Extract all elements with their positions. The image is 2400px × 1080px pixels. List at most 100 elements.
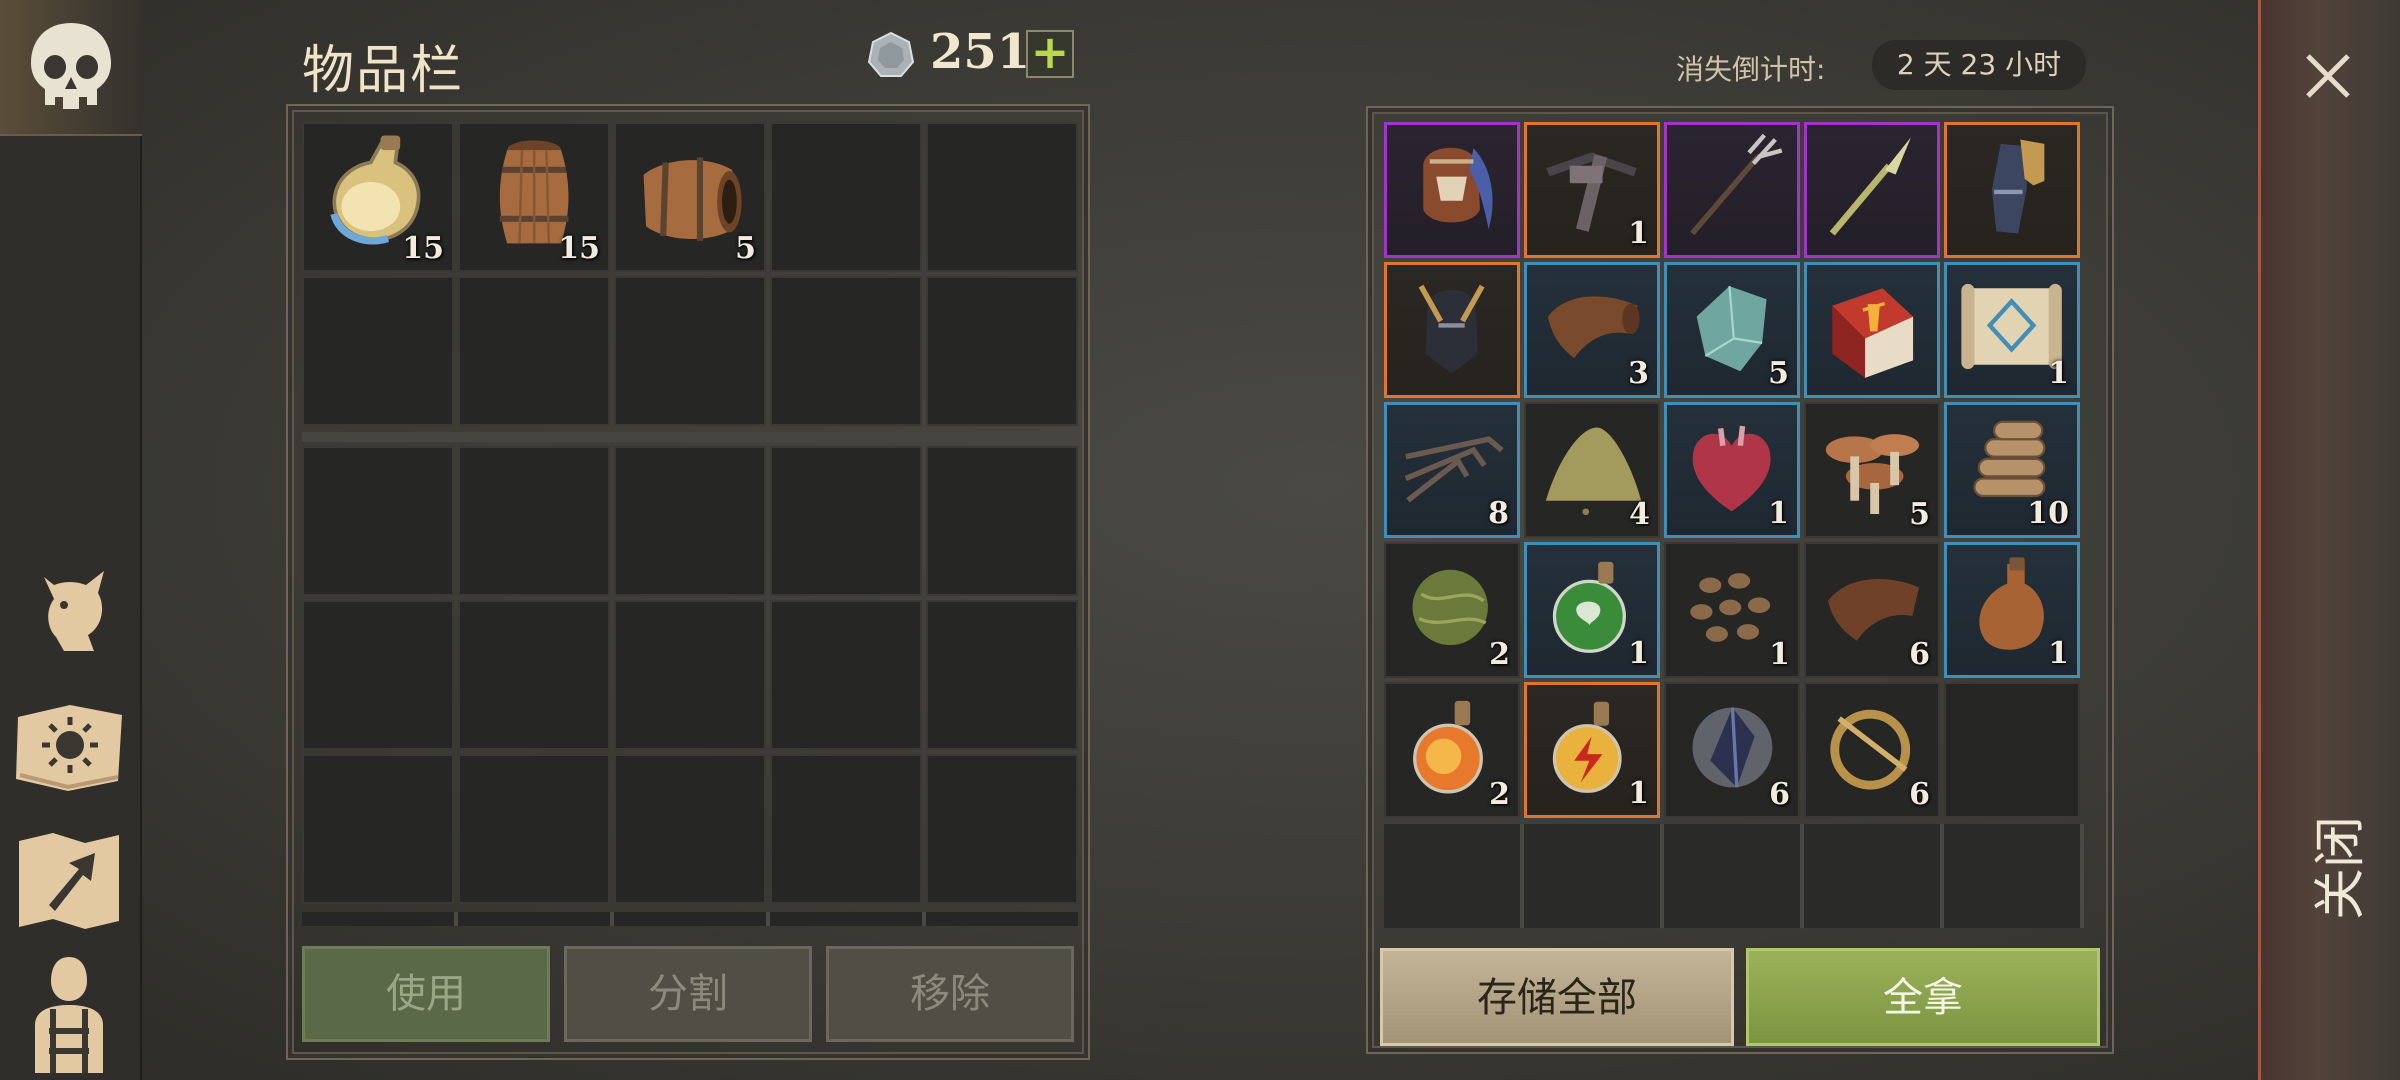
loot-slot[interactable]: 1 [1944,542,2080,678]
item-quantity: 3 [1628,356,1649,391]
split-button[interactable]: 分割 [564,946,812,1042]
spear-icon [1830,137,1912,236]
loot-slot[interactable] [1664,122,1800,258]
inventory-slot[interactable] [926,754,1078,904]
loot-slot[interactable]: 4 [1524,402,1660,538]
loot-slot[interactable]: 1 [1524,542,1660,678]
remove-button[interactable]: 移除 [826,946,1074,1042]
inventory-title: 物品栏 [302,41,465,101]
loot-grid: 1 3 5 1 8 4 1 5 10 2 1 1 6 1 2 1 6 6 [1384,122,2080,818]
loot-slot[interactable]: 6 [1664,682,1800,818]
loot-slot[interactable]: 1 [1524,682,1660,818]
trident-icon [1690,133,1783,236]
use-button[interactable]: 使用 [302,946,550,1042]
item-quantity: 1 [1628,636,1649,671]
countdown-timer: 2 天 23 小时 [1872,40,2086,90]
inventory-slot[interactable] [614,600,766,750]
inventory-scroll-strip[interactable] [302,912,1078,926]
inventory-slot[interactable] [302,276,454,426]
store-all-button[interactable]: 存储全部 [1380,948,1734,1046]
loot-slot[interactable]: 2 [1384,682,1520,818]
item-quantity: 4 [1629,497,1650,532]
item-quantity: 1 [1768,496,1789,531]
close-icon[interactable] [2300,48,2356,104]
loot-slot[interactable]: 1 [1524,122,1660,258]
inventory-slot[interactable]: 15 [302,122,454,272]
inventory-slot[interactable] [614,754,766,904]
skills-tab[interactable] [6,686,132,804]
gauntlets-icon [1992,139,2045,234]
inventory-slot[interactable]: 15 [458,122,610,272]
map-tab[interactable] [6,822,132,940]
item-quantity: 6 [1769,777,1790,812]
character-tab[interactable] [6,954,132,1073]
loot-slot[interactable] [1944,122,2080,258]
loot-slot[interactable]: 10 [1944,402,2080,538]
loot-slot[interactable]: 5 [1804,402,1940,538]
loot-slot[interactable]: 2 [1384,542,1520,678]
inventory-slot[interactable] [770,754,922,904]
inventory-slot[interactable]: 5 [614,122,766,272]
inventory-slot[interactable] [614,446,766,596]
sun-book-icon [16,705,122,791]
loot-slot[interactable]: 5 [1664,262,1800,398]
loot-slot[interactable] [1384,262,1520,398]
sidebar [0,0,142,1080]
skull-icon [31,23,111,109]
helmet-feathered-icon [1423,147,1493,229]
item-quantity: 5 [1768,356,1789,391]
inventory-slot[interactable] [614,276,766,426]
tab-inventory[interactable] [0,0,142,136]
item-quantity: 1 [1628,216,1649,251]
inventory-slot[interactable] [302,600,454,750]
item-quantity: 1 [1769,637,1790,672]
item-quantity: 2 [1489,777,1510,812]
countdown-label: 消失倒计时: [1676,53,1826,86]
inventory-grid-bottom [302,446,1078,904]
knight-helmet-icon [1419,284,1485,374]
item-quantity: 1 [2048,356,2069,391]
inventory-slot[interactable] [770,276,922,426]
loot-slot[interactable]: 1 [1664,402,1800,538]
inventory-slot[interactable] [458,754,610,904]
take-all-button[interactable]: 全拿 [1746,948,2100,1046]
loot-slot[interactable]: 3 [1524,262,1660,398]
inventory-slot[interactable] [926,600,1078,750]
item-quantity: 1 [2048,636,2069,671]
loot-slot[interactable]: 6 [1804,542,1940,678]
loot-slot[interactable] [1384,122,1520,258]
inventory-slot[interactable] [926,122,1078,272]
item-quantity: 8 [1488,496,1509,531]
item-quantity: 15 [558,231,600,266]
cat-icon [44,571,104,651]
item-quantity: 6 [1909,637,1930,672]
character-icon [35,957,103,1073]
item-quantity: 5 [735,231,756,266]
inventory-slot[interactable] [770,446,922,596]
silver-coin-icon [867,31,915,77]
inventory-slot[interactable] [770,122,922,272]
inventory-slot[interactable] [770,600,922,750]
item-quantity: 15 [402,231,444,266]
loot-empty-row[interactable] [1384,824,2084,928]
inventory-slot[interactable] [302,754,454,904]
loot-slot[interactable] [1804,122,1940,258]
inventory-slot[interactable] [458,600,610,750]
close-label[interactable]: 关闭 [2298,816,2373,920]
inventory-slot[interactable] [926,446,1078,596]
map-arrow-icon [19,833,119,929]
inventory-slot[interactable] [458,276,610,426]
currency-amount: 251 [930,24,1031,80]
item-quantity: 2 [1489,637,1510,672]
loot-slot[interactable] [1804,262,1940,398]
inventory-slot[interactable] [302,446,454,596]
add-currency-button[interactable]: + [1026,29,1074,78]
inventory-slot[interactable] [458,446,610,596]
loot-slot[interactable]: 1 [1664,542,1800,678]
loot-slot[interactable]: 1 [1944,262,2080,398]
loot-slot[interactable] [1944,682,2080,818]
inventory-slot[interactable] [926,276,1078,426]
loot-slot[interactable]: 6 [1804,682,1940,818]
pet-tab[interactable] [6,548,132,666]
loot-slot[interactable]: 8 [1384,402,1520,538]
